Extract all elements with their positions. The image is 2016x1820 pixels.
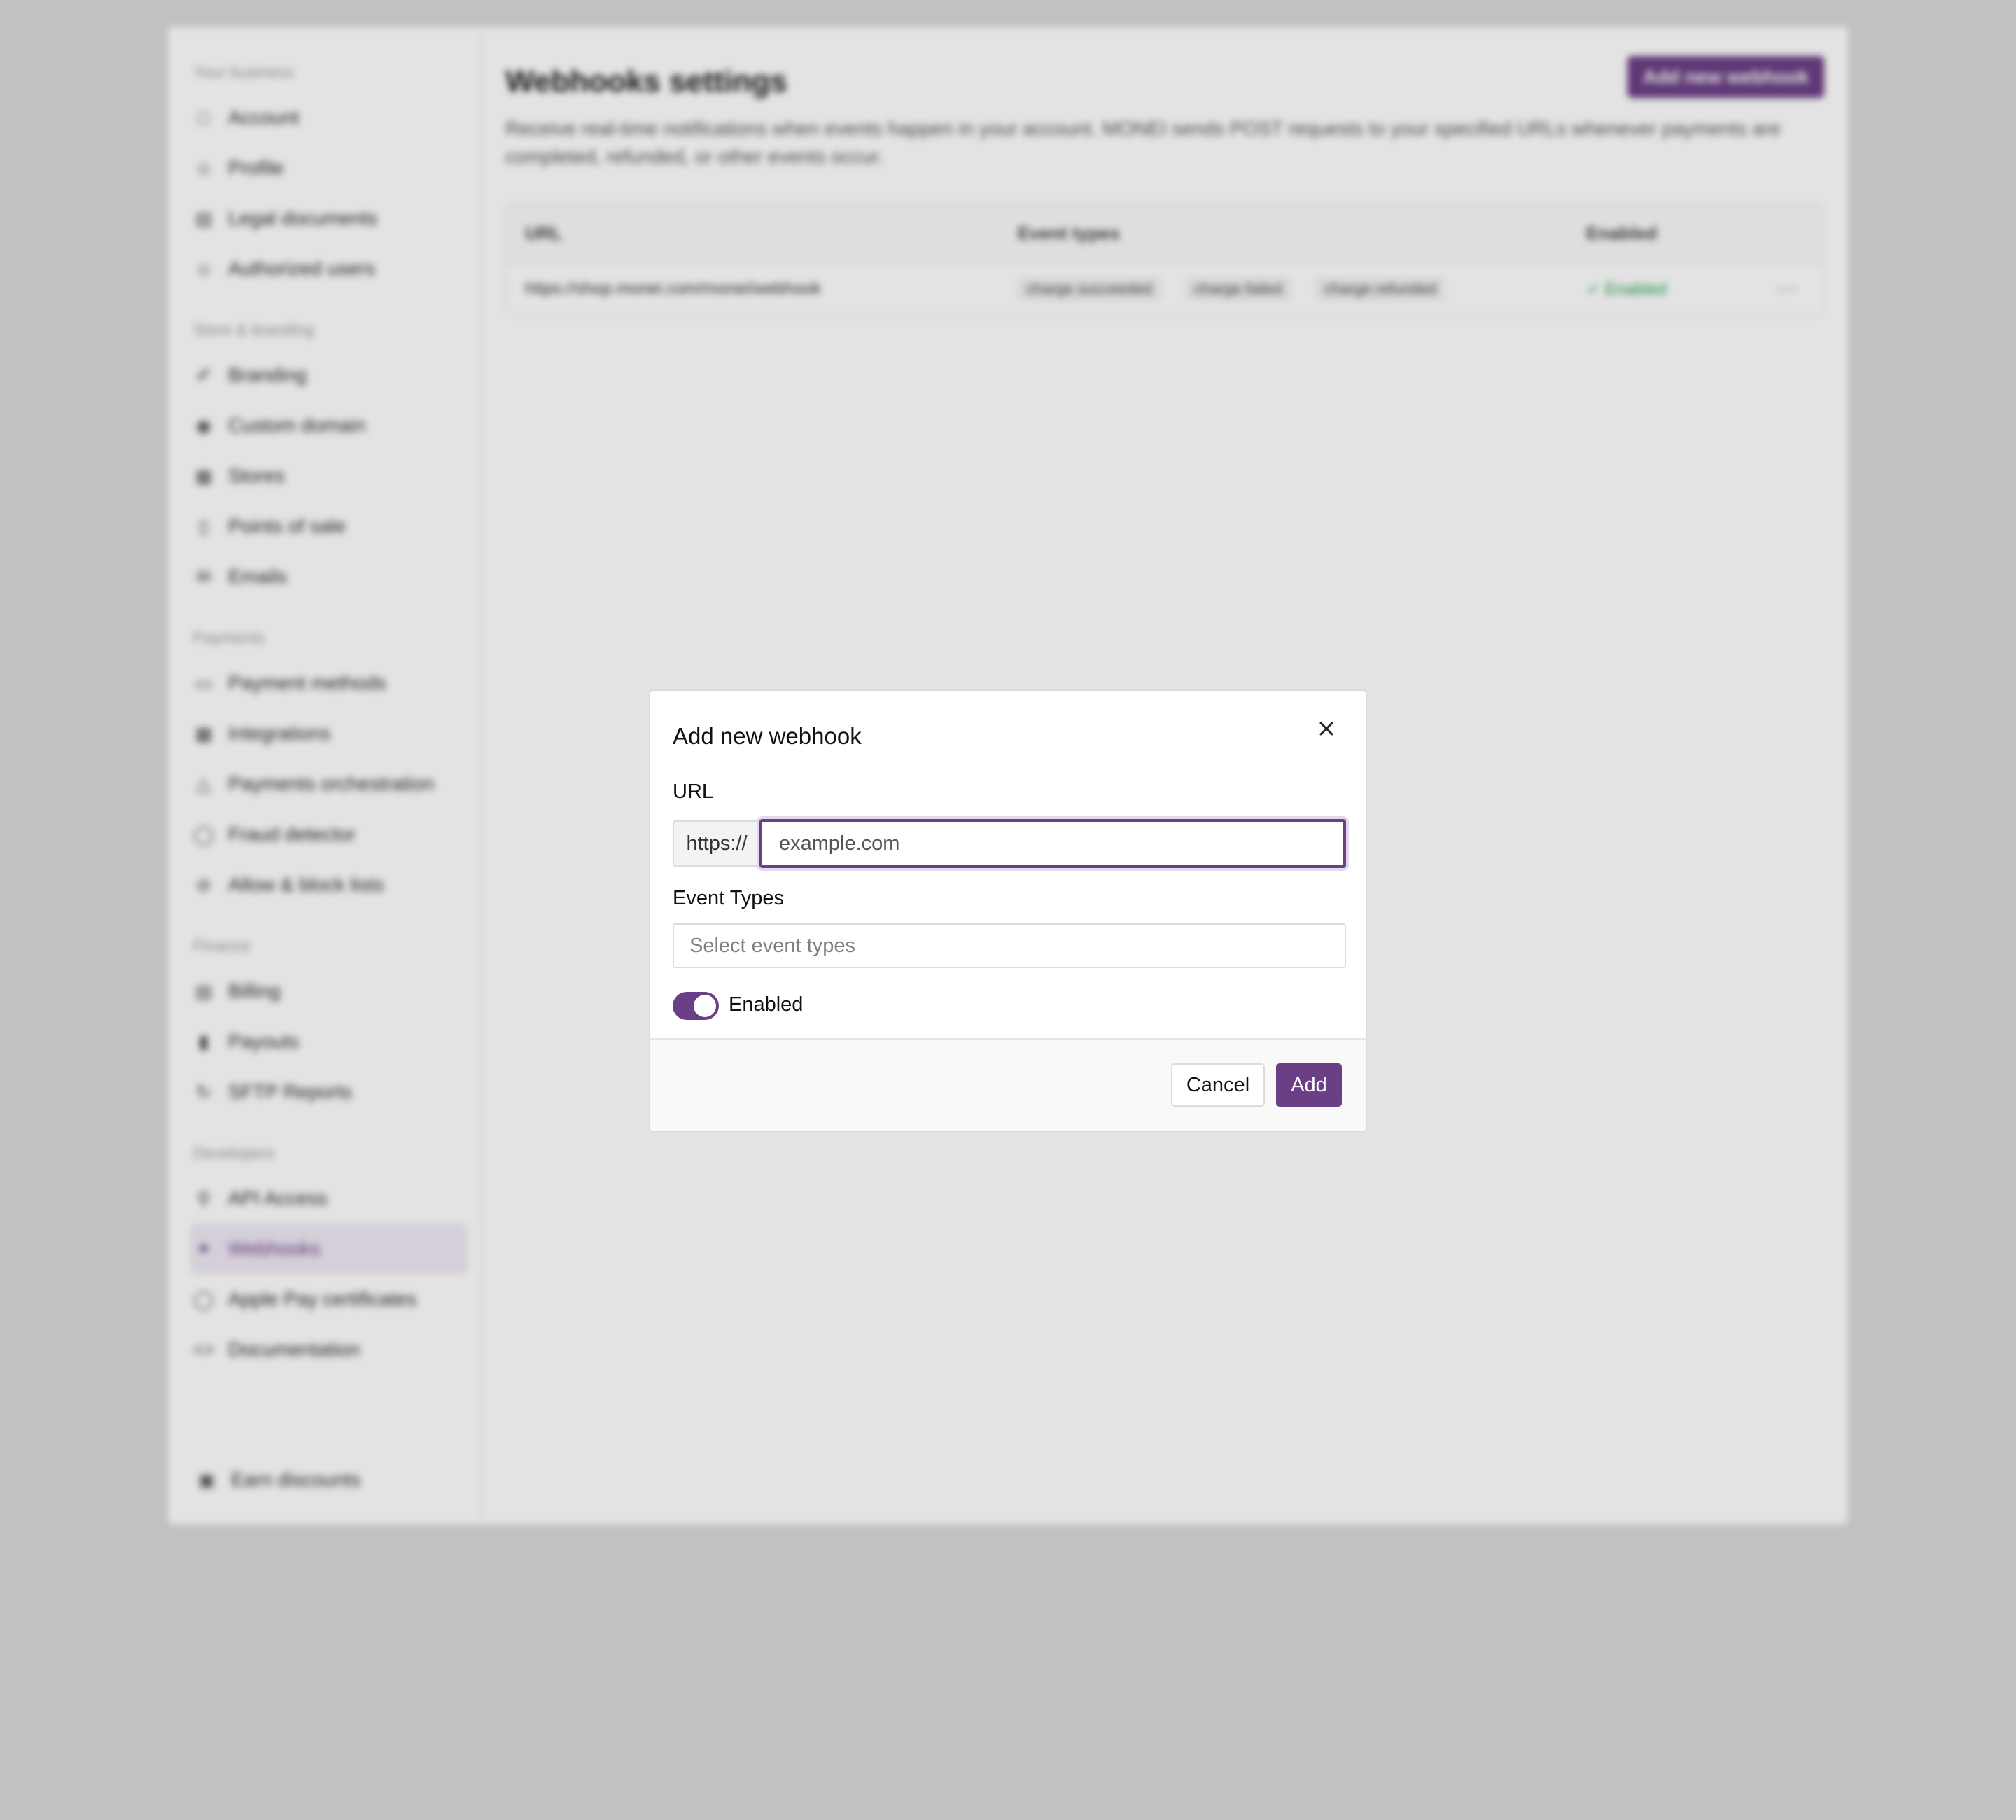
add-button[interactable]: Add: [1276, 1063, 1342, 1107]
close-icon: [1320, 722, 1334, 736]
close-button[interactable]: [1308, 710, 1345, 747]
url-label: URL: [673, 780, 714, 803]
event-types-select[interactable]: Select event types: [673, 923, 1346, 968]
add-webhook-dialog: Add new webhook URL https:// Event Types…: [649, 690, 1367, 1132]
cancel-button[interactable]: Cancel: [1171, 1063, 1265, 1107]
enabled-toggle-label[interactable]: Enabled: [729, 993, 803, 1016]
url-input-group: https://: [673, 819, 1346, 868]
enabled-toggle[interactable]: [673, 992, 719, 1020]
url-input[interactable]: [760, 819, 1346, 868]
dialog-footer: Cancel Add: [650, 1038, 1366, 1130]
event-types-label: Event Types: [673, 887, 785, 909]
toggle-knob: [694, 995, 716, 1017]
dialog-title: Add new webhook: [673, 723, 862, 749]
url-prefix: https://: [673, 820, 760, 867]
